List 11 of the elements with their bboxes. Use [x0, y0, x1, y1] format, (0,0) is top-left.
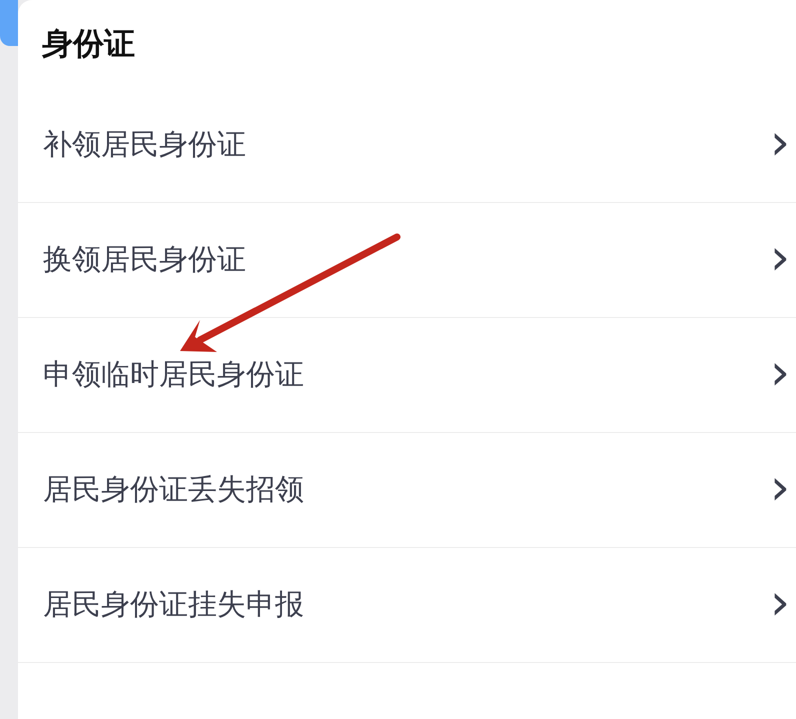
section-title: 身份证	[41, 25, 136, 64]
menu-item[interactable]: 换领居民身份证 ›	[18, 203, 796, 318]
tab-corner	[0, 0, 18, 46]
menu-item[interactable]: 居民身份证丢失招领 ›	[18, 433, 796, 548]
chevron-icon: ›	[770, 117, 790, 167]
chevron-icon: ›	[770, 232, 790, 282]
menu-item[interactable]: 居民身份证挂失申报 ›	[18, 548, 796, 663]
chevron-icon: ›	[770, 577, 790, 627]
chevron-icon: ›	[770, 347, 790, 397]
menu-item[interactable]: 补领居民身份证 ›	[18, 88, 796, 203]
chevron-icon: ›	[770, 462, 790, 512]
